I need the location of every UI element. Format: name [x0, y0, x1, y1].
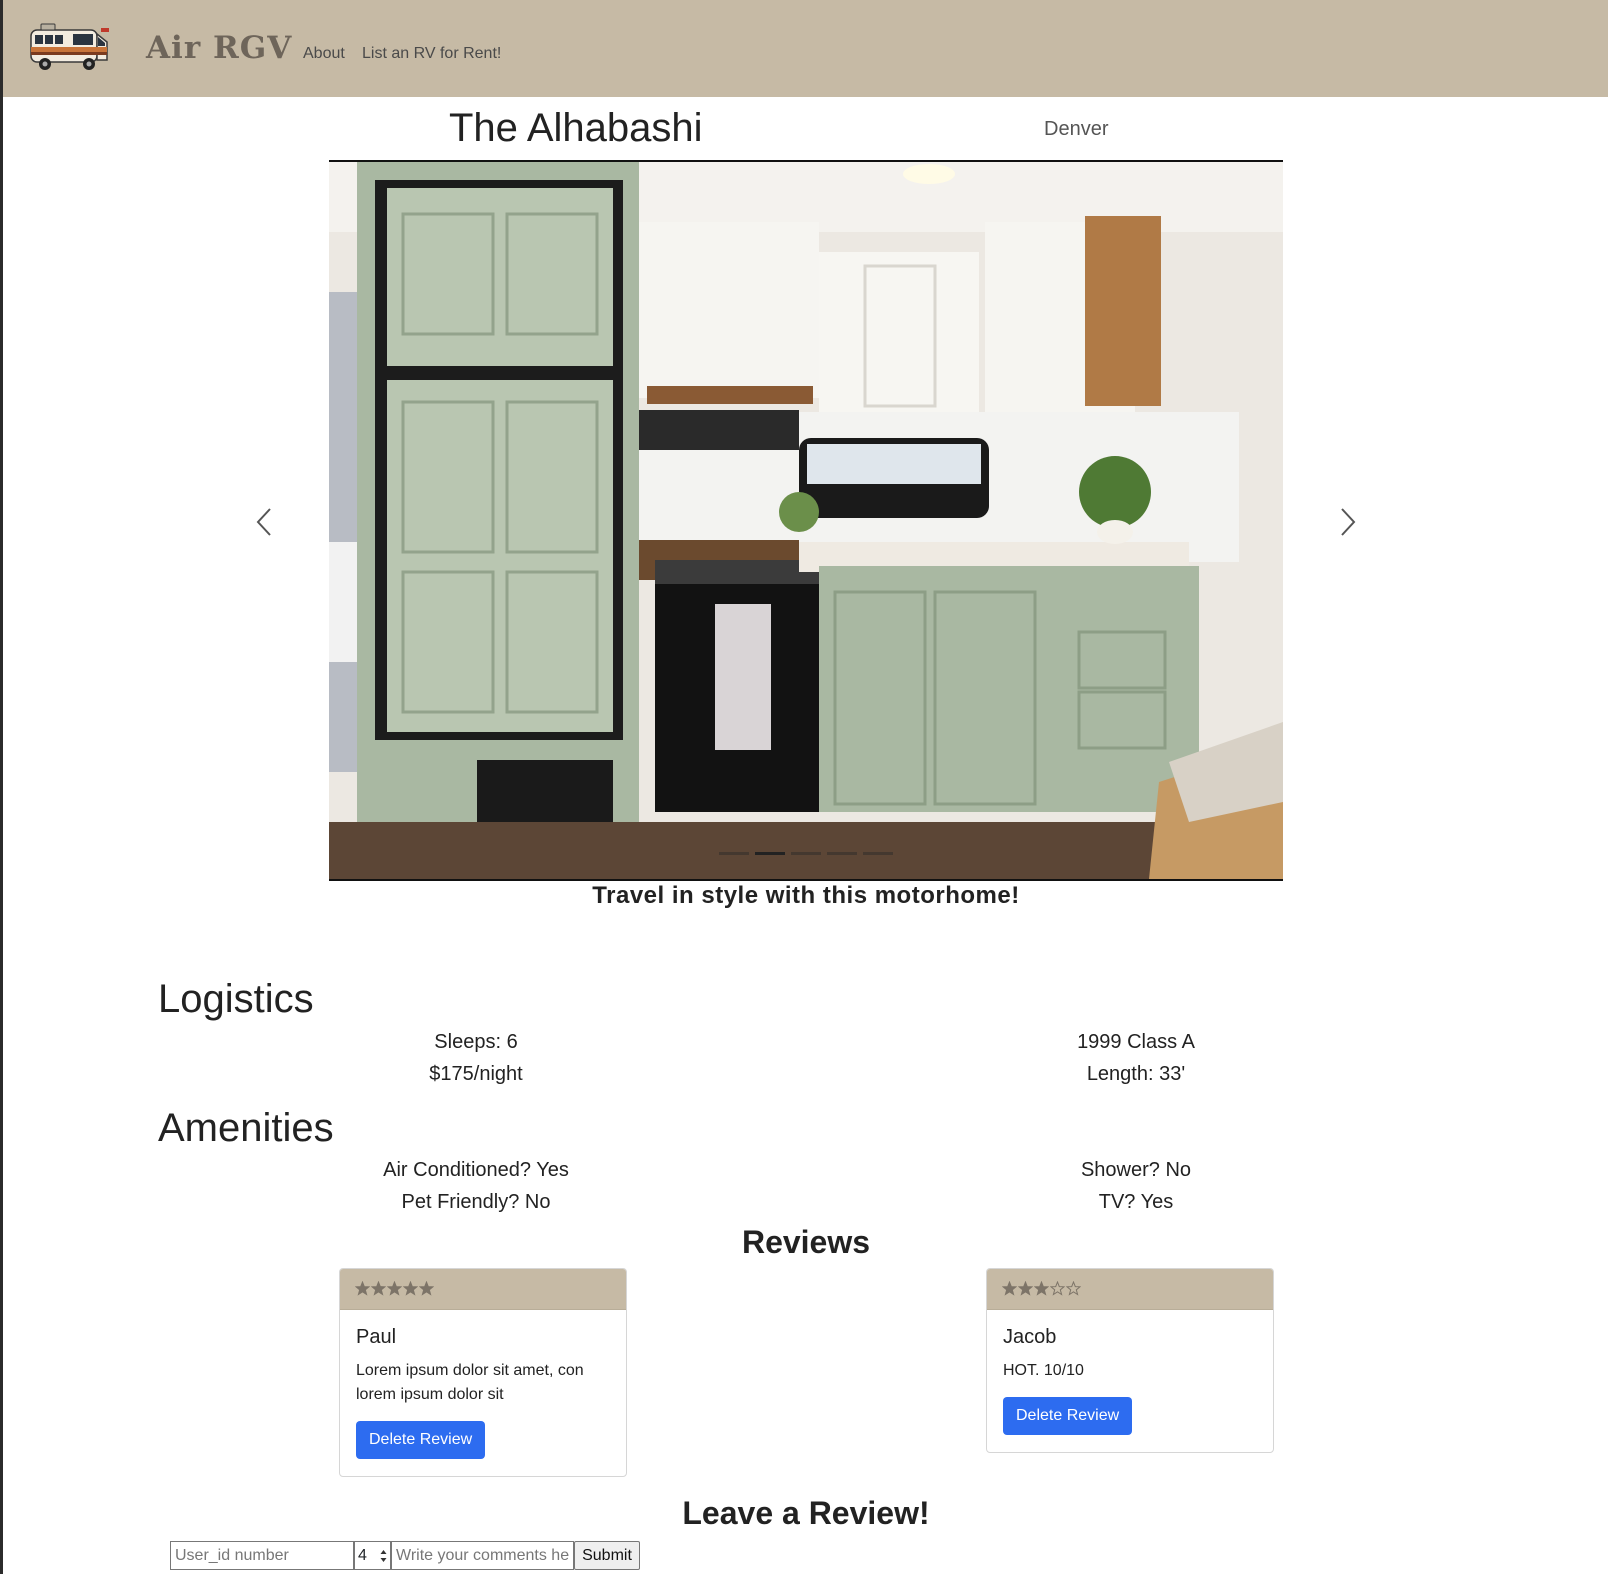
- photo-carousel[interactable]: [329, 160, 1283, 881]
- reviews-heading: Reviews: [741, 1224, 871, 1260]
- tv-value: TV? Yes: [1098, 1191, 1174, 1213]
- rv-city: Denver: [1044, 118, 1109, 140]
- amenities-heading: Amenities: [158, 1106, 334, 1150]
- carousel-next-chevron-icon[interactable]: [1332, 505, 1362, 539]
- leave-review-heading: Leave a Review!: [682, 1495, 930, 1531]
- delete-review-button[interactable]: Delete Review: [1003, 1397, 1133, 1435]
- ac-value: Air Conditioned? Yes: [383, 1159, 569, 1181]
- shower-value: Shower? No: [1080, 1159, 1192, 1181]
- review-comment: Lorem ipsum dolor sit amet, con lorem ip…: [356, 1362, 584, 1403]
- nav-link-list-rv[interactable]: List an RV for Rent!: [362, 45, 501, 63]
- stepper-arrows-icon[interactable]: [380, 1547, 387, 1565]
- star-filled-icon: [403, 1281, 418, 1296]
- rv-logo-icon[interactable]: [29, 20, 111, 74]
- length-value: Length: 33': [1086, 1063, 1186, 1085]
- star-empty-icon: [1050, 1281, 1065, 1296]
- carousel-indicator[interactable]: [863, 852, 893, 855]
- review-card-header: [987, 1269, 1273, 1310]
- star-rating: [355, 1281, 611, 1296]
- pet-friendly-value: Pet Friendly? No: [401, 1191, 551, 1213]
- rv-kitchen-photo: [329, 162, 1283, 879]
- star-filled-icon: [1002, 1281, 1017, 1296]
- carousel-indicator[interactable]: [827, 852, 857, 855]
- listing-tagline: Travel in style with this motorhome!: [592, 882, 1020, 909]
- price-value: $175/night: [429, 1063, 523, 1085]
- review-card-header: [340, 1269, 626, 1310]
- review-comment: HOT. 10/10: [1003, 1362, 1084, 1379]
- star-empty-icon: [1066, 1281, 1081, 1296]
- window-left-edge: [0, 0, 3, 1574]
- user-id-input[interactable]: [170, 1541, 354, 1570]
- rv-title: The Alhabashi: [449, 106, 703, 150]
- review-form: 4 Submit: [170, 1541, 640, 1570]
- star-filled-icon: [387, 1281, 402, 1296]
- reviewer-name: Jacob: [1003, 1326, 1057, 1348]
- star-rating: [1002, 1281, 1258, 1296]
- sleeps-value: Sleeps: 6: [434, 1031, 518, 1053]
- rating-stepper[interactable]: 4: [354, 1541, 391, 1570]
- navbar: Air RGV About List an RV for Rent!: [0, 0, 1608, 97]
- logistics-heading: Logistics: [158, 977, 314, 1021]
- star-filled-icon: [419, 1281, 434, 1296]
- review-card: Paul Lorem ipsum dolor sit amet, con lor…: [339, 1268, 627, 1477]
- year-class-value: 1999 Class A: [1077, 1031, 1195, 1053]
- carousel-indicators: [719, 852, 893, 855]
- star-filled-icon: [355, 1281, 370, 1296]
- comment-input[interactable]: [391, 1541, 574, 1570]
- nav-link-about[interactable]: About: [303, 45, 345, 63]
- review-card-body: Jacob HOT. 10/10 Delete Review: [987, 1310, 1273, 1451]
- brand-name[interactable]: Air RGV: [146, 30, 292, 66]
- carousel-indicator-active[interactable]: [755, 852, 785, 855]
- reviewer-name: Paul: [356, 1326, 397, 1348]
- carousel-prev-chevron-icon[interactable]: [250, 505, 280, 539]
- review-card-body: Paul Lorem ipsum dolor sit amet, con lor…: [340, 1310, 626, 1475]
- delete-review-button[interactable]: Delete Review: [356, 1421, 486, 1459]
- star-filled-icon: [371, 1281, 386, 1296]
- carousel-indicator[interactable]: [791, 852, 821, 855]
- star-filled-icon: [1034, 1281, 1049, 1296]
- submit-button[interactable]: Submit: [574, 1541, 640, 1570]
- carousel-indicator[interactable]: [719, 852, 749, 855]
- star-filled-icon: [1018, 1281, 1033, 1296]
- review-card: Jacob HOT. 10/10 Delete Review: [986, 1268, 1274, 1453]
- rating-value: 4: [358, 1546, 367, 1564]
